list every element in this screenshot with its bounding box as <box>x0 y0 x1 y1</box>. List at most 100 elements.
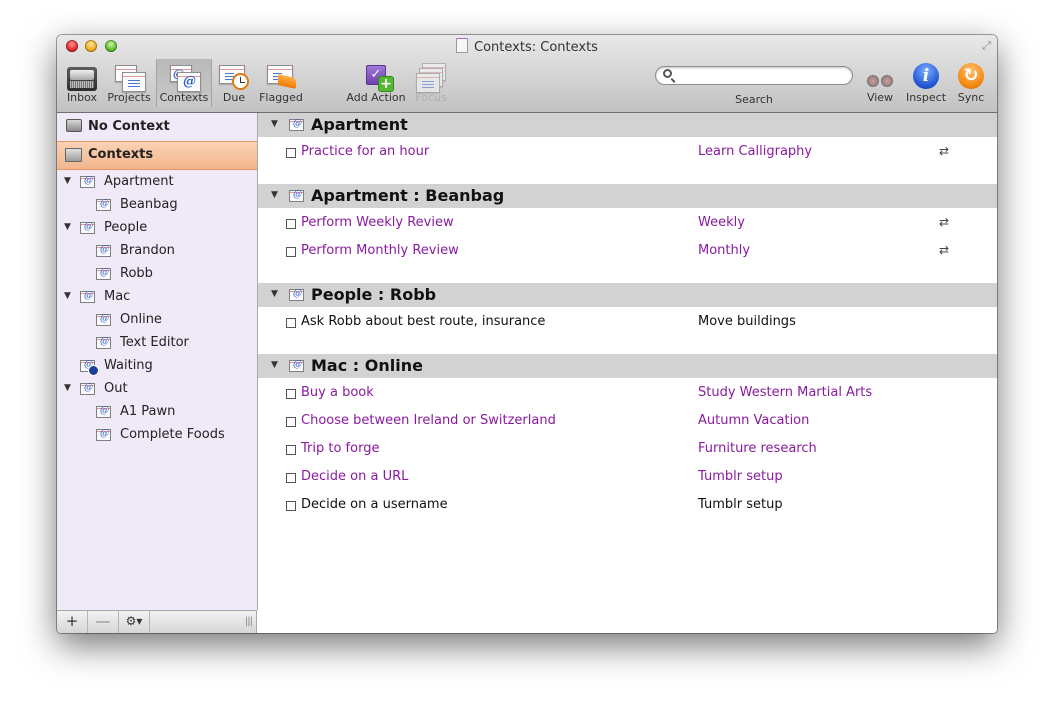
action-project[interactable]: Learn Calligraphy <box>698 144 812 159</box>
disclosure-triangle-icon[interactable]: ▼ <box>64 176 71 186</box>
sidebar-item-label: Brandon <box>120 243 175 258</box>
action-row[interactable]: Perform Weekly Review Weekly ⇄ <box>258 210 997 238</box>
action-name[interactable]: Ask Robb about best route, insurance <box>301 314 545 329</box>
sidebar-item-mac[interactable]: ▼ Mac <box>57 286 257 309</box>
sidebar-item-out[interactable]: ▼ Out <box>57 378 257 401</box>
toolbar-flagged-button[interactable]: Flagged <box>256 59 306 107</box>
sidebar-item-beanbag[interactable]: Beanbag <box>57 194 257 217</box>
sidebar-item-no-context[interactable]: No Context <box>57 113 257 140</box>
settings-menu-button[interactable]: ⚙▾ <box>119 611 150 633</box>
action-checkbox[interactable] <box>286 501 296 511</box>
disclosure-triangle-icon[interactable]: ▼ <box>64 383 71 393</box>
app-window: Contexts: Contexts ⤢ Inbox Projects @ @ … <box>57 35 997 633</box>
action-name[interactable]: Decide on a URL <box>301 469 408 484</box>
fullscreen-arrows-icon[interactable]: ⤢ <box>980 39 993 52</box>
glasses-icon <box>863 63 897 93</box>
sidebar-item-label: Text Editor <box>120 335 189 350</box>
action-checkbox[interactable] <box>286 318 296 328</box>
sync-icon: ↻ <box>954 63 988 93</box>
info-icon: i <box>909 63 943 93</box>
action-row[interactable]: Choose between Ireland or Switzerland Aut… <box>258 408 997 436</box>
action-name[interactable]: Choose between Ireland or Switzerland <box>301 413 556 428</box>
action-project[interactable]: Move buildings <box>698 314 796 329</box>
sidebar-item-text-editor[interactable]: Text Editor <box>57 332 257 355</box>
disclosure-triangle-icon[interactable]: ▼ <box>64 222 71 232</box>
context-group-header[interactable]: ▼ Apartment <box>258 113 997 137</box>
sidebar-item-robb[interactable]: Robb <box>57 263 257 286</box>
sidebar-item-label: Waiting <box>104 358 153 373</box>
context-outline: ▼ Apartment Practice for an hour Learn Call… <box>258 113 997 633</box>
sidebar-item-online[interactable]: Online <box>57 309 257 332</box>
action-project[interactable]: Furniture research <box>698 441 817 456</box>
action-row[interactable]: Trip to forge Furniture research <box>258 436 997 464</box>
remove-context-button[interactable]: — <box>88 611 119 633</box>
action-row[interactable]: Decide on a username Tumblr setup <box>258 492 997 520</box>
action-row[interactable]: Buy a book Study Western Martial Arts <box>258 380 997 408</box>
sidebar-item-waiting[interactable]: Waiting <box>57 355 257 378</box>
sidebar-item-label: People <box>104 220 148 235</box>
sidebar-item-a1-pawn[interactable]: A1 Pawn <box>57 401 257 424</box>
action-project[interactable]: Monthly <box>698 243 750 258</box>
action-checkbox[interactable] <box>286 247 296 257</box>
toolbar-projects-button[interactable]: Projects <box>105 59 153 107</box>
action-checkbox[interactable] <box>286 389 296 399</box>
search-icon <box>663 69 672 78</box>
action-name[interactable]: Decide on a username <box>301 497 448 512</box>
action-project[interactable]: Tumblr setup <box>698 497 783 512</box>
action-checkbox[interactable] <box>286 473 296 483</box>
sidebar-item-complete-foods[interactable]: Complete Foods <box>57 424 257 447</box>
action-checkbox[interactable] <box>286 219 296 229</box>
action-name[interactable]: Trip to forge <box>301 441 379 456</box>
disclosure-triangle-icon[interactable]: ▼ <box>64 291 71 301</box>
action-checkbox[interactable] <box>286 417 296 427</box>
action-project[interactable]: Weekly <box>698 215 745 230</box>
focus-icon <box>414 63 448 93</box>
resize-grip[interactable]: ||| <box>245 616 253 627</box>
toolbar-inbox-button[interactable]: Inbox <box>61 59 103 107</box>
inbox-tray-icon <box>66 119 82 132</box>
sidebar-item-apartment[interactable]: ▼ Apartment <box>57 171 257 194</box>
sidebar-item-people[interactable]: ▼ People <box>57 217 257 240</box>
disclosure-triangle-icon[interactable]: ▼ <box>271 119 278 129</box>
action-name[interactable]: Practice for an hour <box>301 144 429 159</box>
disclosure-triangle-icon[interactable]: ▼ <box>271 190 278 200</box>
sidebar-item-brandon[interactable]: Brandon <box>57 240 257 263</box>
context-group-title: Apartment <box>311 115 408 134</box>
toolbar-view-button[interactable]: View <box>861 59 899 107</box>
add-action-icon: ✓ + <box>359 63 394 93</box>
action-checkbox[interactable] <box>286 445 296 455</box>
action-name[interactable]: Perform Monthly Review <box>301 243 459 258</box>
toolbar-inspect-button[interactable]: i Inspect <box>904 59 948 107</box>
action-project[interactable]: Tumblr setup <box>698 469 783 484</box>
action-project[interactable]: Study Western Martial Arts <box>698 385 872 400</box>
action-name[interactable]: Buy a book <box>301 385 374 400</box>
context-icon <box>80 383 95 395</box>
toolbar-add-action-button[interactable]: ✓ + Add Action <box>343 59 409 107</box>
document-icon <box>456 38 469 53</box>
action-row[interactable]: Decide on a URL Tumblr setup <box>258 464 997 492</box>
add-context-button[interactable]: + <box>57 611 88 633</box>
toolbar-sync-button[interactable]: ↻ Sync <box>953 59 989 107</box>
toolbar-contexts-button[interactable]: @ @ Contexts <box>156 59 212 107</box>
action-row[interactable]: Practice for an hour Learn Calligraphy ⇄ <box>258 139 997 167</box>
sidebar-item-label: Mac <box>104 289 131 304</box>
context-icon <box>80 222 95 234</box>
action-row[interactable]: Perform Monthly Review Monthly ⇄ <box>258 238 997 266</box>
context-icon <box>96 245 111 257</box>
search-input[interactable] <box>655 66 853 85</box>
context-group-header[interactable]: ▼ Mac : Online <box>258 354 997 378</box>
context-group-header[interactable]: ▼ Apartment : Beanbag <box>258 184 997 208</box>
action-name[interactable]: Perform Weekly Review <box>301 215 454 230</box>
sidebar-item-contexts[interactable]: Contexts <box>57 141 257 170</box>
disclosure-triangle-icon[interactable]: ▼ <box>271 289 278 299</box>
action-project[interactable]: Autumn Vacation <box>698 413 809 428</box>
action-row[interactable]: Ask Robb about best route, insurance Move… <box>258 309 997 337</box>
toolbar-due-button[interactable]: Due <box>215 59 253 107</box>
sidebar-item-label: Beanbag <box>120 197 178 212</box>
context-group-header[interactable]: ▼ People : Robb <box>258 283 997 307</box>
action-checkbox[interactable] <box>286 148 296 158</box>
folder-icon <box>65 148 82 162</box>
repeat-icon: ⇄ <box>939 243 950 257</box>
disclosure-triangle-icon[interactable]: ▼ <box>271 360 278 370</box>
toolbar-focus-button[interactable]: Focus <box>411 59 451 107</box>
